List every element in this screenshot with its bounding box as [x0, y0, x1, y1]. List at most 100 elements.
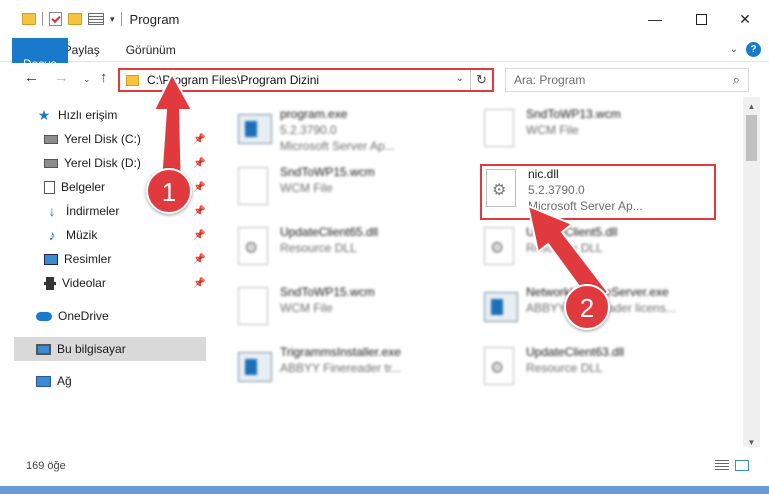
file-icon [238, 167, 270, 207]
dll-icon [484, 347, 516, 387]
file-type: WCM File [280, 181, 333, 195]
pin-icon[interactable]: 📌 [193, 254, 205, 265]
forward-button[interactable]: → [54, 69, 69, 86]
music-icon: ♪ [48, 227, 56, 243]
file-name: program.exe [280, 107, 348, 121]
window-title: Program [129, 11, 180, 27]
file-name: UpdateClient63.dll [526, 345, 625, 359]
refresh-button[interactable]: ↻ [470, 70, 492, 90]
sidebar-item-label: Yerel Disk (C:) [64, 132, 141, 146]
sidebar-item-label: Ağ [57, 374, 72, 388]
sidebar-item-this-pc[interactable]: Bu bilgisayar [14, 337, 206, 361]
sidebar-item-label: Müzik [66, 228, 98, 242]
file-version: 5.2.3790.0 [280, 123, 337, 137]
quick-access-toolbar: ▾ [0, 12, 122, 26]
file-description: Microsoft Server Ap... [280, 139, 395, 153]
pin-icon[interactable]: 📌 [193, 278, 205, 289]
minimize-button[interactable]: — [632, 0, 678, 38]
file-name: SndToWP15.wcm [280, 285, 375, 299]
vertical-scrollbar[interactable]: ▲ ▼ [743, 97, 760, 447]
search-input[interactable] [514, 73, 724, 87]
help-icon[interactable]: ? [746, 42, 761, 57]
pin-icon[interactable]: 📌 [193, 230, 205, 241]
file-item[interactable]: SndToWP15.wcm WCM File [232, 161, 472, 213]
annotation-badge-1: 1 [146, 168, 192, 214]
scroll-thumb[interactable] [746, 115, 757, 161]
maximize-icon [695, 13, 707, 25]
pictures-icon [44, 253, 58, 265]
address-dropdown-icon[interactable]: ⌄ [456, 73, 464, 84]
ribbon-tabs: Dosya Giriş Paylaş Görünüm ⌄ ? [0, 38, 769, 90]
file-item[interactable]: TrigrammsInstaller.exe ABBYY Finereader … [232, 341, 472, 393]
ribbon-right: ⌄ ? [730, 42, 761, 57]
expand-ribbon-icon[interactable]: ⌄ [730, 44, 738, 55]
cloud-icon [36, 311, 52, 321]
file-type: Resource DLL [526, 361, 603, 375]
item-count: 169 öğe [26, 460, 66, 472]
drive-icon [44, 134, 58, 144]
sidebar-item-onedrive[interactable]: OneDrive [36, 304, 206, 328]
back-button[interactable]: ← [24, 69, 39, 86]
customize-toolbar-icon[interactable]: ▾ [110, 14, 115, 25]
annotation-badge-2: 2 [564, 284, 610, 330]
file-name: SndToWP15.wcm [280, 165, 375, 179]
view-switcher [715, 460, 749, 471]
search-icon[interactable]: ⌕ [733, 72, 740, 88]
separator [42, 12, 43, 26]
document-icon [44, 180, 55, 194]
sidebar-item-label: Hızlı erişim [58, 108, 118, 122]
new-folder-icon[interactable] [68, 13, 82, 25]
exe-icon [238, 109, 272, 149]
sidebar-item-label: Belgeler [61, 180, 106, 194]
sidebar-item-music[interactable]: ♪ Müzik 📌 [44, 223, 206, 247]
sidebar-item-label: Resimler [64, 252, 112, 266]
search-box[interactable]: ⌕ [505, 68, 749, 92]
file-description: ABBYY Finereader tr... [280, 361, 402, 375]
file-type: WCM File [526, 123, 579, 137]
properties-icon[interactable] [49, 12, 62, 26]
file-name: SndToWP13.wcm [526, 107, 621, 121]
exe-icon [238, 347, 272, 387]
file-item[interactable]: SndToWP13.wcm WCM File [478, 103, 718, 155]
file-icon [238, 287, 270, 327]
drive-icon [44, 158, 58, 168]
file-type: WCM File [280, 301, 333, 315]
sidebar-item-pictures[interactable]: Resimler 📌 [44, 247, 206, 271]
tab-view[interactable]: Görünüm [113, 38, 189, 61]
up-button[interactable]: ↑ [100, 69, 108, 86]
file-list: program.exe 5.2.3790.0 Microsoft Server … [212, 97, 742, 447]
large-icons-view-icon[interactable] [735, 460, 749, 471]
sidebar-item-videos[interactable]: Videolar 📌 [44, 271, 206, 295]
sidebar-item-label: OneDrive [58, 309, 109, 323]
sidebar-item-label: Yerel Disk (D:) [64, 156, 141, 170]
navigation-bar: ← → ⌄ ↑ C:\Program Files\Program Dizini … [0, 63, 769, 96]
taskbar-edge [0, 486, 769, 494]
sidebar-item-label: İndirmeler [66, 204, 120, 218]
computer-icon [36, 343, 51, 355]
file-name: TrigrammsInstaller.exe [280, 345, 401, 359]
file-icon [484, 109, 516, 149]
folder-icon [22, 13, 36, 25]
maximize-button[interactable] [678, 0, 724, 38]
file-item[interactable]: program.exe 5.2.3790.0 Microsoft Server … [232, 103, 472, 155]
file-item[interactable]: UpdateClient63.dll Resource DLL [478, 341, 718, 393]
recent-locations-icon[interactable]: ⌄ [83, 74, 91, 85]
file-type: Resource DLL [280, 241, 357, 255]
details-view-icon[interactable] [715, 460, 729, 471]
sidebar-item-label: Bu bilgisayar [57, 342, 126, 356]
folder-icon [126, 74, 139, 86]
download-icon: ↓ [48, 203, 56, 219]
network-icon [36, 375, 51, 387]
sidebar-item-network[interactable]: Ağ [36, 369, 206, 393]
title-bar: ▾ Program — ✕ [0, 0, 769, 38]
status-bar: 169 öğe [0, 448, 769, 486]
close-button[interactable]: ✕ [722, 0, 768, 38]
file-item[interactable]: SndToWP15.wcm WCM File [232, 281, 472, 333]
scroll-up-icon[interactable]: ▲ [743, 99, 760, 114]
sidebar-item-label: Videolar [62, 276, 106, 290]
file-item[interactable]: UpdateClient65.dll Resource DLL [232, 221, 472, 273]
video-icon [44, 276, 56, 290]
view-icon[interactable] [88, 13, 104, 25]
exe-icon [484, 287, 518, 327]
file-name: UpdateClient65.dll [280, 225, 379, 239]
